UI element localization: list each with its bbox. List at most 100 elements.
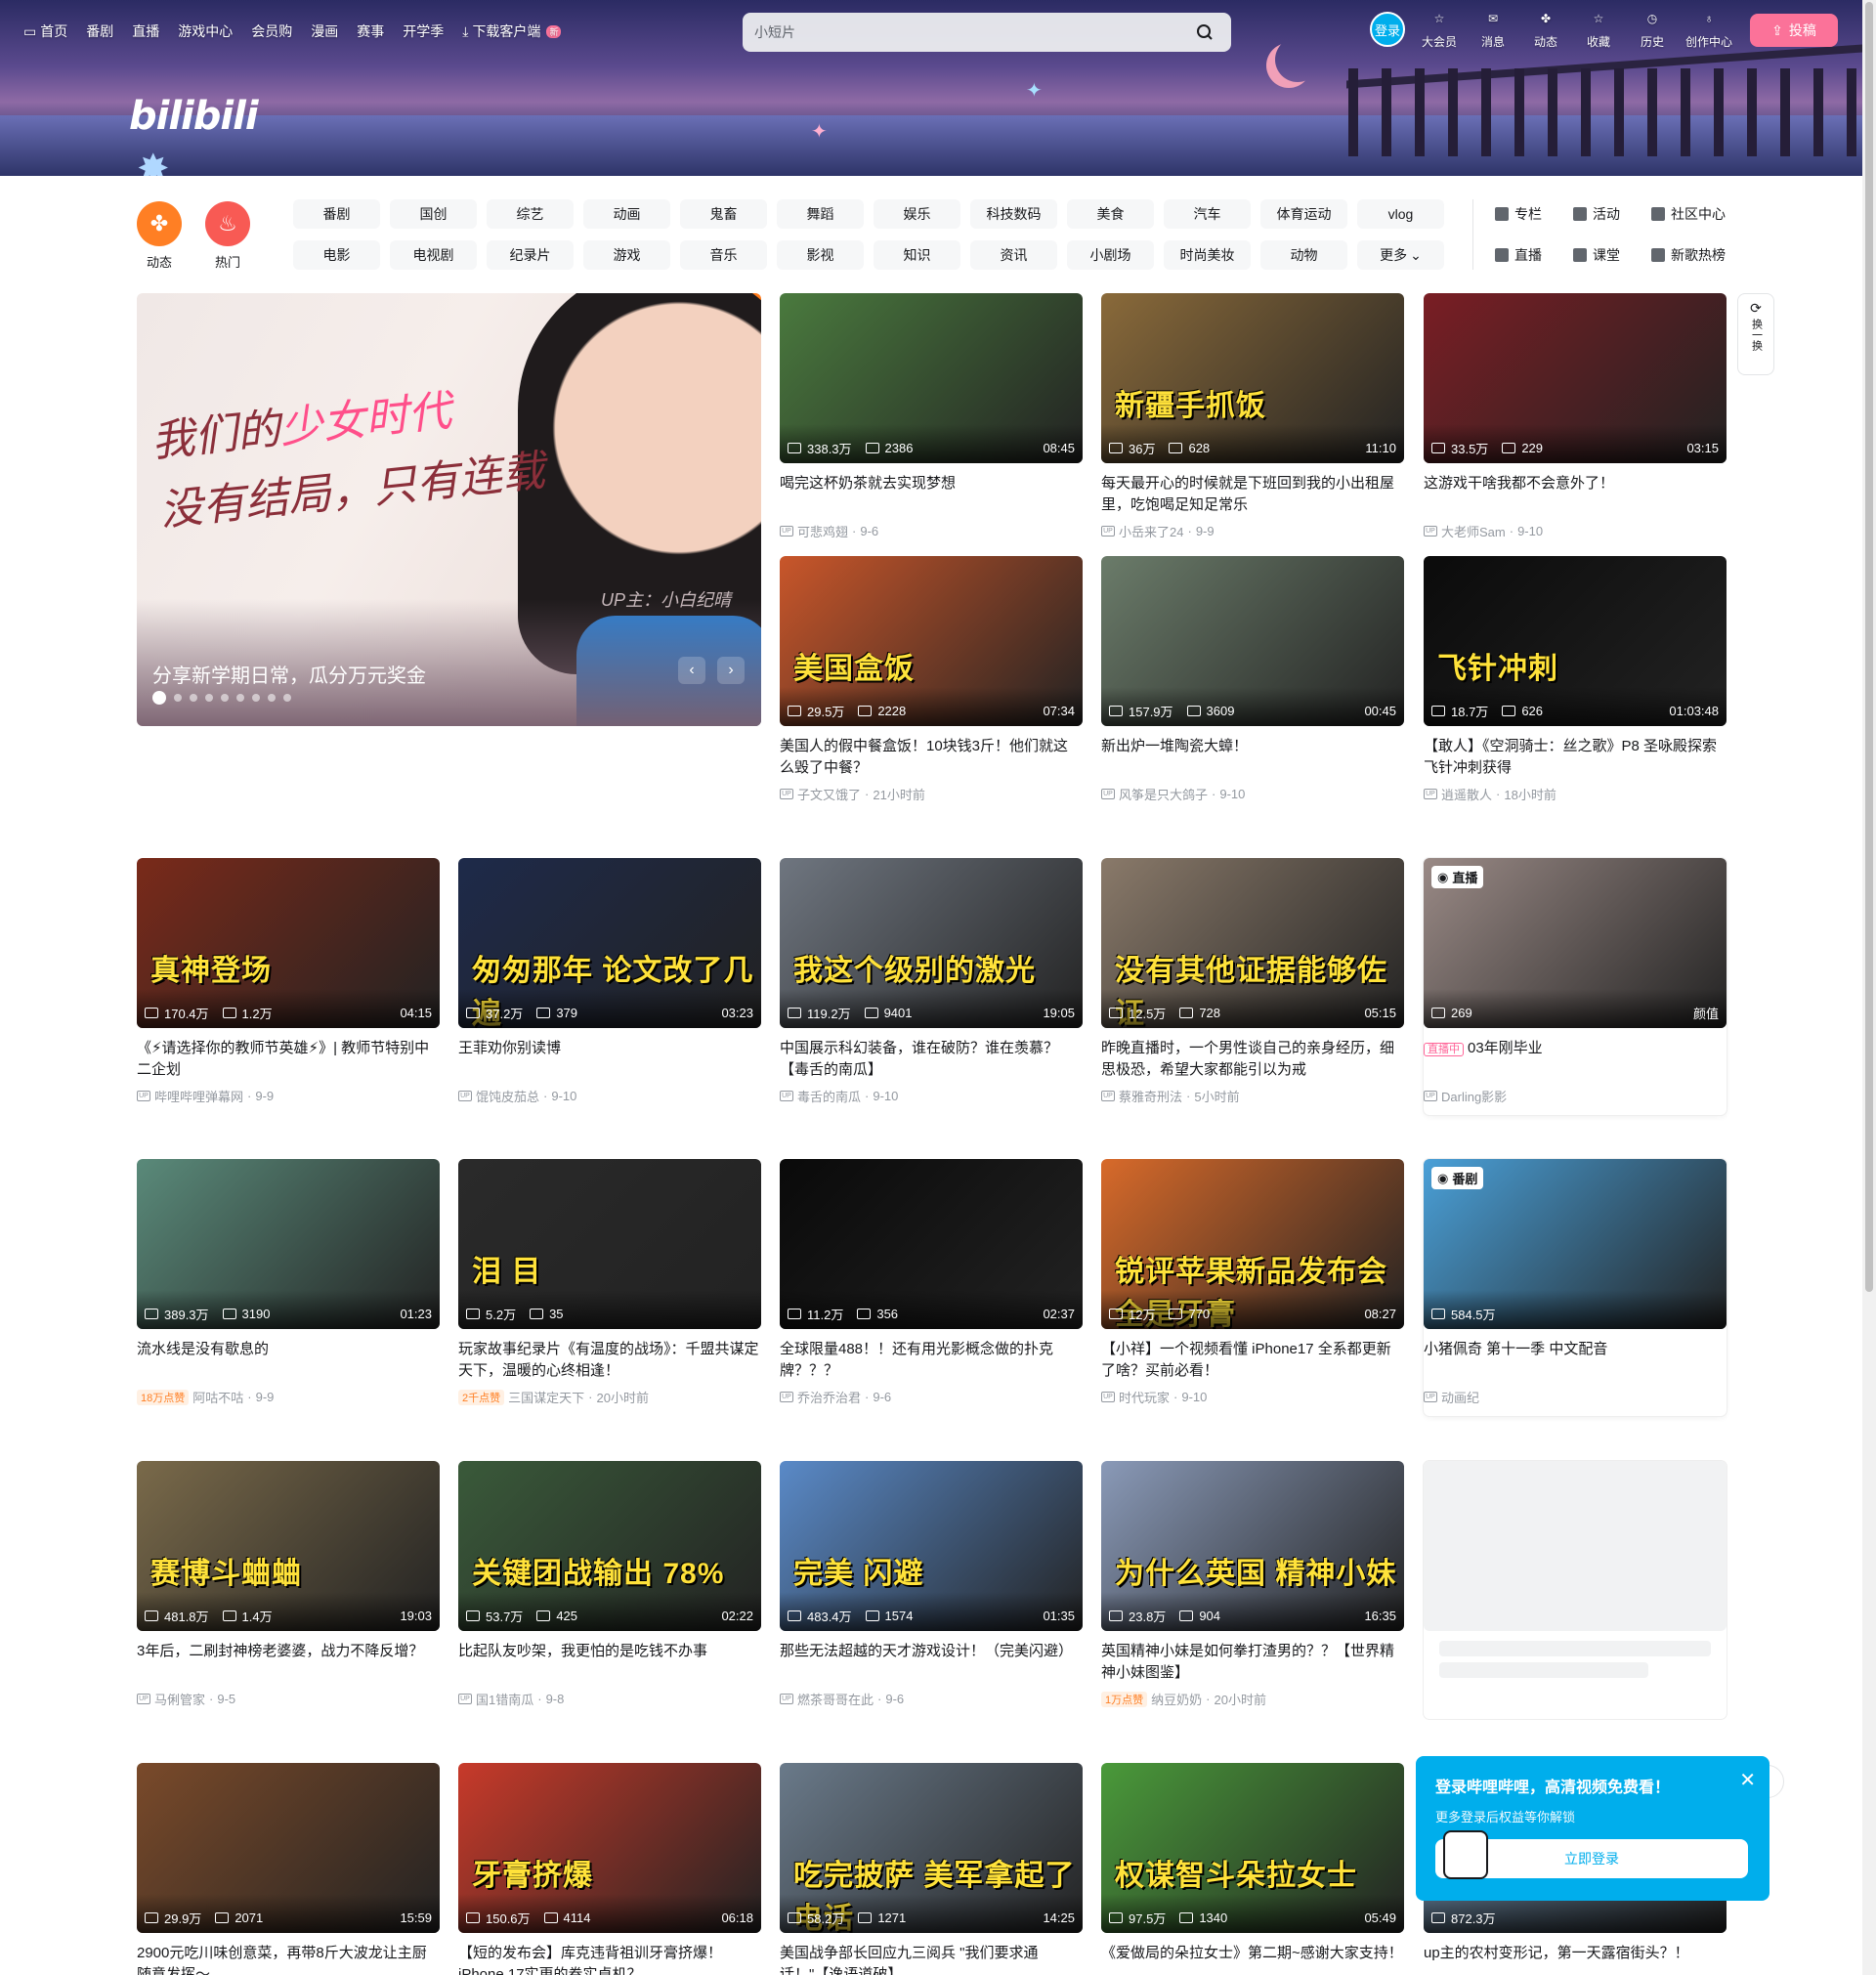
carousel-dot[interactable] <box>205 694 213 702</box>
close-icon[interactable]: ✕ <box>1739 1768 1756 1792</box>
uploader-name[interactable]: 风筝是只大鸽子 <box>1119 785 1208 803</box>
channel-chip[interactable]: 电影 <box>293 240 380 270</box>
uploader-name[interactable]: 子文又饿了 <box>797 785 861 803</box>
video-thumbnail[interactable]: 33.5万 229 03:15 <box>1424 293 1727 463</box>
nav-manga[interactable]: 漫画 <box>311 21 338 41</box>
uploader-name[interactable]: 可悲鸡翅 <box>797 522 848 540</box>
video-card[interactable]: 我这个级别的激光 119.2万 9401 19:05 中国展示科幻装备，谁在破防？谁在羡… <box>780 858 1083 1105</box>
uploader-name[interactable]: 时代玩家 <box>1119 1388 1170 1406</box>
video-card[interactable]: 飞针冲刺 18.7万 626 01:03:48 【敢人】《空洞骑士：丝之歌》P8 圣咏殿… <box>1424 556 1727 803</box>
nav-message[interactable]: ✉ 消息 <box>1469 12 1517 50</box>
video-title[interactable]: 【敢人】《空洞骑士：丝之歌》P8 圣咏殿探索 飞针冲刺获得 <box>1424 736 1727 779</box>
video-thumbnail[interactable]: 338.3万 2386 08:45 <box>780 293 1083 463</box>
video-title[interactable]: 美国战争部长回应九三阅兵 "我们要求通话！"【逸语道破】 <box>780 1943 1083 1975</box>
video-card[interactable]: 美国盒饭 29.5万 2228 07:34 美国人的假中餐盒饭！10块钱3斤！他们就这么… <box>780 556 1083 803</box>
video-thumbnail[interactable]: 新疆手抓饭 36万 628 11:10 <box>1101 293 1404 463</box>
nav-history[interactable]: ◷ 历史 <box>1628 12 1677 50</box>
video-title[interactable]: up主的农村变形记，第一天露宿街头？！ <box>1424 1943 1727 1975</box>
video-thumbnail[interactable]: 泪 目 5.2万 35 <box>458 1159 761 1329</box>
video-title[interactable]: 中国展示科幻装备，谁在破防？谁在羡慕？【毒舌的南瓜】 <box>780 1038 1083 1081</box>
video-card[interactable]: 没有其他证据能够佐证12.5万72805:15 昨晚直播时，一个男性谈自己的亲身经… <box>1101 858 1404 1105</box>
video-meta[interactable]: 1万点赞 纳豆奶奶 · 20小时前 <box>1101 1690 1404 1708</box>
video-title[interactable]: 喝完这杯奶茶就去实现梦想 <box>780 473 1083 516</box>
video-card[interactable]: 赛博斗蛐蛐 481.8万 1.4万 19:03 3年后，二刷封神榜老婆婆，战力不降反增？… <box>137 1461 440 1708</box>
uploader-name[interactable]: 蔡雅奇刑法 <box>1119 1087 1182 1105</box>
video-title[interactable]: 2900元吃川味创意菜，再带8斤大波龙让主厨随意发挥～ <box>137 1943 440 1975</box>
channel-chip[interactable]: 影视 <box>777 240 864 270</box>
link-class[interactable]: 课堂 <box>1573 240 1651 270</box>
video-card[interactable]: 牙膏挤爆 150.6万 4114 06:18 【短的发布会】库克违背祖训牙膏挤爆！iPh… <box>458 1763 761 1975</box>
nav-bangumi[interactable]: 番剧 <box>86 21 113 41</box>
video-title[interactable]: 那些无法超越的天才游戏设计！（完美闪避） <box>780 1641 1083 1684</box>
uploader-name[interactable]: Darling影影 <box>1441 1087 1507 1105</box>
channel-chip[interactable]: 更多 ⌄ <box>1357 240 1444 270</box>
video-meta[interactable]: 2千点赞 三国谋定天下 · 20小时前 <box>458 1388 761 1406</box>
channel-chip[interactable]: vlog <box>1357 199 1444 229</box>
bilibili-logo[interactable]: bilibili <box>129 94 259 139</box>
video-card[interactable]: 为什么英国 精神小妹 23.8万 904 16:35 英国精神小妹是如何拳打渣男的？？【… <box>1101 1461 1404 1708</box>
channel-chip[interactable]: 动画 <box>583 199 670 229</box>
carousel-dot[interactable] <box>236 694 244 702</box>
video-card[interactable]: 新疆手抓饭 36万 628 11:10 每天最开心的时候就是下班回到我的小出租屋里，吃饱… <box>1101 293 1404 540</box>
video-thumbnail[interactable]: 完美 闪避 483.4万 1574 01:35 <box>780 1461 1083 1631</box>
video-meta[interactable]: UP 蔡雅奇刑法 · 5小时前 <box>1101 1087 1404 1105</box>
video-thumbnail[interactable]: 没有其他证据能够佐证12.5万72805:15 <box>1101 858 1404 1028</box>
channel-hot[interactable]: ♨ 热门 <box>205 201 250 271</box>
video-title[interactable]: 每天最开心的时候就是下班回到我的小出租屋里，吃饱喝足知足常乐 <box>1101 473 1404 516</box>
channel-chip[interactable]: 动物 <box>1260 240 1347 270</box>
video-title[interactable]: 王菲劝你别读博 <box>458 1038 761 1081</box>
video-title[interactable]: 玩家故事纪录片《有温度的战场》：千盟共谋定天下，温暖的心终相逢！ <box>458 1339 761 1382</box>
video-meta[interactable]: UP 风筝是只大鸽子 · 9-10 <box>1101 785 1404 803</box>
channel-chip[interactable]: 汽车 <box>1164 199 1251 229</box>
video-meta[interactable]: UP 可悲鸡翅 · 9-6 <box>780 522 1083 540</box>
uploader-name[interactable]: 馄饨皮茄总 <box>476 1087 539 1105</box>
video-card[interactable]: 泪 目 5.2万 35 玩家故事纪录片《有温度的战场》：千盟共谋定天下，温暖的心终相逢… <box>458 1159 761 1406</box>
nav-download[interactable]: ⤓ 下载客户端新 <box>462 21 562 41</box>
nav-live[interactable]: 直播 <box>132 21 159 41</box>
video-thumbnail[interactable]: ◉ 番剧 584.5万 <box>1424 1159 1727 1329</box>
video-title[interactable]: 新出炉一堆陶瓷大蟑！ <box>1101 736 1404 779</box>
channel-chip[interactable]: 番剧 <box>293 199 380 229</box>
uploader-name[interactable]: 马俐管家 <box>154 1690 205 1708</box>
video-meta[interactable]: 18万点赞 阿咕不咕 · 9-9 <box>137 1388 440 1406</box>
video-title[interactable]: 直播中 03年刚毕业 <box>1424 1038 1727 1081</box>
uploader-name[interactable]: 小岳来了24 <box>1119 522 1183 540</box>
video-card[interactable]: 真神登场 170.4万 1.2万 04:15 《⚡请选择你的教师节英雄⚡》| 教师节特别… <box>137 858 440 1105</box>
video-title[interactable]: 昨晚直播时，一个男性谈自己的亲身经历，细思极恐，希望大家都能引以为戒 <box>1101 1038 1404 1081</box>
video-card[interactable]: 157.9万 3609 00:45 新出炉一堆陶瓷大蟑！ UP 风筝是只大鸽子 · 9-10 <box>1101 556 1404 803</box>
scrollbar[interactable] <box>1862 0 1876 1975</box>
video-title[interactable]: 流水线是没有歇息的 <box>137 1339 440 1382</box>
nav-school[interactable]: 开学季 <box>403 21 444 41</box>
uploader-name[interactable]: 大老师Sam <box>1441 522 1506 540</box>
video-card[interactable]: 锐评苹果新品发布会 全是牙膏12万77008:27【小祥】一个视频看懂 iPho… <box>1101 1159 1404 1406</box>
video-meta[interactable]: UP 馄饨皮茄总 · 9-10 <box>458 1087 761 1105</box>
video-thumbnail[interactable]: 吃完披萨 美军拿起了电话58.2万127114:25 <box>780 1763 1083 1933</box>
video-thumbnail[interactable]: 赛博斗蛐蛐 481.8万 1.4万 19:03 <box>137 1461 440 1631</box>
video-thumbnail[interactable]: 11.2万 356 02:37 <box>780 1159 1083 1329</box>
video-card[interactable]: 338.3万 2386 08:45 喝完这杯奶茶就去实现梦想 UP 可悲鸡翅 · 9-6 <box>780 293 1083 540</box>
channel-chip[interactable]: 科技数码 <box>970 199 1057 229</box>
scrollbar-thumb[interactable] <box>1865 2 1873 1292</box>
uploader-name[interactable]: 三国谋定天下 <box>508 1388 584 1406</box>
channel-dynamic[interactable]: ✤ 动态 <box>137 201 182 271</box>
video-meta[interactable]: UP 国1错南瓜 · 9-8 <box>458 1690 761 1708</box>
link-community[interactable]: 社区中心 <box>1651 199 1759 229</box>
carousel-dot[interactable] <box>221 694 229 702</box>
carousel-dot[interactable] <box>268 694 276 702</box>
video-meta[interactable]: UP 乔治乔治君 · 9-6 <box>780 1388 1083 1406</box>
video-meta[interactable]: UP 大老师Sam · 9-10 <box>1424 522 1727 540</box>
video-thumbnail[interactable]: 牙膏挤爆 150.6万 4114 06:18 <box>458 1763 761 1933</box>
video-title[interactable]: 3年后，二刷封神榜老婆婆，战力不降反增？ <box>137 1641 440 1684</box>
search-bar[interactable]: 小短片 <box>743 13 1231 52</box>
video-thumbnail[interactable]: 真神登场 170.4万 1.2万 04:15 <box>137 858 440 1028</box>
video-card[interactable]: 权谋智斗朵拉女士 97.5万 1340 05:49 《爱做局的朵拉女士》第二期~感谢大家… <box>1101 1763 1404 1975</box>
link-activity[interactable]: 活动 <box>1573 199 1651 229</box>
video-title[interactable]: 《爱做局的朵拉女士》第二期~感谢大家支持！ <box>1101 1943 1404 1975</box>
link-live[interactable]: 直播 <box>1495 240 1573 270</box>
nav-game-center[interactable]: 游戏中心 <box>178 21 233 41</box>
video-card[interactable]: 完美 闪避 483.4万 1574 01:35 那些无法超越的天才游戏设计！（完美闪避）… <box>780 1461 1083 1708</box>
video-title[interactable]: 【短的发布会】库克违背祖训牙膏挤爆！iPhone 17实更的卷实卓机？ <box>458 1943 761 1975</box>
carousel-dot[interactable] <box>152 691 166 705</box>
channel-chip[interactable]: 美食 <box>1067 199 1154 229</box>
nav-dynamic[interactable]: ✤ 动态 <box>1521 12 1570 50</box>
